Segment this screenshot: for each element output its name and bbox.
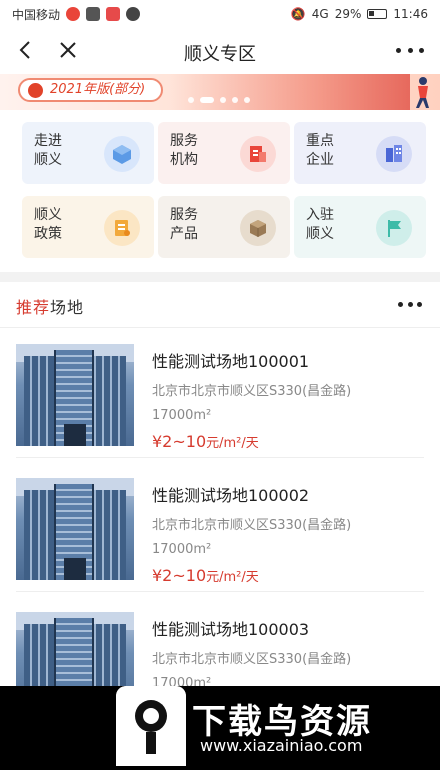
tile-label: 顺义	[34, 152, 62, 168]
venue-title: 性能测试场地100001	[152, 352, 310, 371]
price-unit: 元/m²/天	[206, 436, 259, 451]
venue-photo	[16, 478, 134, 580]
venue-address: 北京市北京市顺义区S330(昌金路)	[152, 652, 352, 667]
tile-label: 顺义	[306, 226, 334, 242]
banner-carousel[interactable]: 2021年版(部分)	[0, 74, 440, 110]
venue-photo	[16, 344, 134, 446]
venue-area: 17000m²	[152, 542, 212, 557]
tile-about-shunyi[interactable]: 走进 顺义	[22, 122, 154, 184]
nav-bar: 顺义专区	[0, 28, 440, 74]
tile-shunyi-policy[interactable]: 顺义 政策	[22, 196, 154, 258]
notification-icon	[66, 7, 81, 21]
watermark-url: www.xiazainiao.com	[200, 736, 363, 755]
flag-icon	[376, 210, 412, 246]
tile-label: 企业	[306, 152, 334, 168]
back-icon[interactable]	[14, 38, 38, 62]
app-badge-icon	[106, 7, 121, 21]
tile-label: 顺义	[34, 207, 62, 223]
status-bar: 中国移动 🔕 4G 29% 11:46	[0, 0, 440, 28]
section-divider	[0, 272, 440, 282]
clock: 11:46	[393, 7, 428, 21]
carousel-dot	[232, 97, 238, 103]
tile-label: 入驻	[306, 207, 334, 223]
list-item[interactable]: 性能测试场地100001 北京市北京市顺义区S330(昌金路) 17000m² …	[16, 328, 424, 458]
section-more-icon[interactable]	[398, 302, 422, 308]
building-book-icon	[240, 136, 276, 172]
price-value: ¥2~10	[152, 566, 207, 585]
tile-label: 机构	[170, 152, 198, 168]
tile-label: 服务	[170, 133, 198, 149]
box-icon	[240, 210, 276, 246]
venue-title: 性能测试场地100003	[152, 620, 310, 639]
tile-label: 产品	[170, 226, 198, 242]
carousel-dot	[220, 97, 226, 103]
network-label: 4G	[311, 7, 329, 21]
venue-address: 北京市北京市顺义区S330(昌金路)	[152, 518, 352, 533]
venue-area: 17000m²	[152, 408, 212, 423]
wechat-icon	[126, 7, 141, 21]
tile-service-product[interactable]: 服务 产品	[158, 196, 290, 258]
tile-label: 服务	[170, 207, 198, 223]
price-value: ¥2~10	[152, 432, 207, 451]
banner-pill: 2021年版(部分)	[18, 78, 164, 102]
banner-badge-icon	[28, 83, 43, 98]
message-icon	[86, 7, 101, 21]
battery-icon	[367, 9, 388, 19]
close-icon[interactable]	[56, 38, 80, 62]
document-icon	[104, 210, 140, 246]
mute-icon: 🔕	[290, 7, 306, 21]
venue-price: ¥2~10元/m²/天	[152, 566, 259, 585]
carousel-indicator	[188, 97, 250, 103]
tile-settle-shunyi[interactable]: 入驻 顺义	[294, 196, 426, 258]
tile-service-agency[interactable]: 服务 机构	[158, 122, 290, 184]
tile-key-enterprise[interactable]: 重点 企业	[294, 122, 426, 184]
tile-label: 政策	[34, 226, 62, 242]
banner-decoration	[170, 74, 410, 110]
section-title-accent: 推荐	[16, 298, 51, 317]
venue-title: 性能测试场地100002	[152, 486, 310, 505]
tile-label: 走进	[34, 133, 62, 149]
section-header: 推荐场地	[0, 282, 440, 328]
person-illustration-icon	[416, 77, 429, 108]
list-item[interactable]: 性能测试场地100002 北京市北京市顺义区S330(昌金路) 17000m² …	[16, 462, 424, 592]
category-panel: 走进 顺义 服务 机构 重点 企业 顺义 政策 服务 产品 入驻 顺义	[0, 110, 440, 272]
price-unit: 元/m²/天	[206, 570, 259, 585]
banner-pill-text: 2021年版(部分)	[50, 82, 146, 97]
carousel-dot	[244, 97, 250, 103]
venue-price: ¥2~10元/m²/天	[152, 432, 259, 451]
more-icon[interactable]	[396, 38, 424, 62]
section-title-rest: 场地	[50, 298, 85, 317]
recommend-section: 推荐场地 性能测试场地100001 北京市北京市顺义区S330(昌金路) 170…	[0, 282, 440, 714]
venue-address: 北京市北京市顺义区S330(昌金路)	[152, 384, 352, 399]
tile-label: 重点	[306, 133, 334, 149]
carrier-label: 中国移动	[12, 7, 61, 22]
section-title: 推荐场地	[16, 294, 84, 318]
cube-icon	[104, 136, 140, 172]
carousel-dot	[188, 97, 194, 103]
carousel-dot	[200, 97, 214, 103]
watermark-banner: 下载鸟资源 www.xiazainiao.com	[0, 686, 440, 770]
office-icon	[376, 136, 412, 172]
battery-label: 29%	[334, 7, 362, 21]
watermark-logo-icon	[116, 686, 186, 766]
